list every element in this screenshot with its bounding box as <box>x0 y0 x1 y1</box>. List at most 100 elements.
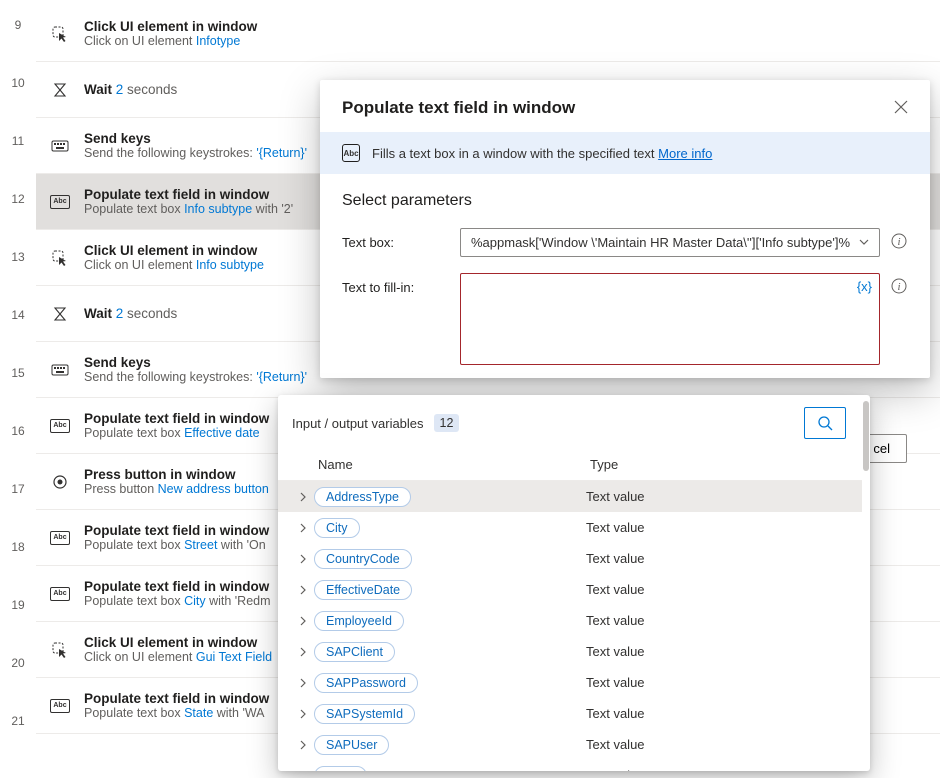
chevron-right-icon[interactable] <box>292 492 314 502</box>
variable-chip[interactable]: AddressType <box>314 487 411 507</box>
svg-text:i: i <box>897 236 900 248</box>
scrollbar[interactable] <box>862 395 870 771</box>
textbox-selector[interactable]: %appmask['Window \'Maintain HR Master Da… <box>460 228 880 257</box>
abc-icon: Abc <box>342 144 360 162</box>
variable-chip[interactable]: EmployeeId <box>314 611 404 631</box>
variable-chip[interactable]: SAPClient <box>314 642 395 662</box>
variable-type: Text value <box>586 675 645 690</box>
step-numbers: 9101112131415161718192021 <box>0 0 36 760</box>
step-number: 16 <box>0 412 36 470</box>
more-info-link[interactable]: More info <box>658 146 712 161</box>
textbox-value: %appmask['Window \'Maintain HR Master Da… <box>471 235 850 250</box>
flow-step[interactable]: Click UI element in windowClick on UI el… <box>36 6 940 62</box>
step-number: 19 <box>0 586 36 644</box>
step-number: 21 <box>0 702 36 760</box>
variable-type: Text value <box>586 768 645 771</box>
click-icon <box>50 640 70 660</box>
dialog-header: Populate text field in window <box>320 80 930 132</box>
keys-icon <box>50 136 70 156</box>
variable-type: Text value <box>586 520 645 535</box>
variable-chip[interactable]: SAPSystemId <box>314 704 415 724</box>
variable-count-badge: 12 <box>434 414 460 432</box>
variable-row[interactable]: EmployeeId Text value <box>278 605 862 636</box>
step-number: 15 <box>0 354 36 412</box>
variable-rows: AddressTypeText valueCityText valueCount… <box>278 481 862 771</box>
column-name-header: Name <box>318 457 590 472</box>
variable-flyout: Input / output variables 12 Name Type Ad… <box>278 395 870 771</box>
step-body: Click UI element in windowClick on UI el… <box>84 19 926 48</box>
variable-picker-button[interactable]: {x} <box>857 279 872 294</box>
dialog-info-banner: Abc Fills a text box in a window with th… <box>320 132 930 174</box>
variable-row[interactable]: SAPPassword Text value <box>278 667 862 698</box>
step-number: 12 <box>0 180 36 238</box>
search-button[interactable] <box>804 407 846 439</box>
press-icon <box>50 472 70 492</box>
step-subtitle: Click on UI element Infotype <box>84 34 926 48</box>
scrollbar-thumb[interactable] <box>863 401 869 471</box>
variable-row[interactable]: City Text value <box>278 512 862 543</box>
chevron-right-icon[interactable] <box>292 616 314 626</box>
step-number: 20 <box>0 644 36 702</box>
chevron-right-icon[interactable] <box>292 523 314 533</box>
populate-text-dialog: Populate text field in window Abc Fills … <box>320 80 930 378</box>
step-number: 17 <box>0 470 36 528</box>
variable-type: Text value <box>586 644 645 659</box>
variable-type: Text value <box>586 551 645 566</box>
text-label: Text to fill-in: <box>342 273 450 295</box>
wait-icon <box>50 80 70 100</box>
column-type-header: Type <box>590 457 618 472</box>
text-to-fill-input[interactable] <box>460 273 880 365</box>
variable-row[interactable]: SAPClient Text value <box>278 636 862 667</box>
variable-row[interactable]: State Text value <box>278 760 862 771</box>
step-number: 10 <box>0 64 36 122</box>
chevron-right-icon[interactable] <box>292 647 314 657</box>
variable-chip[interactable]: City <box>314 518 360 538</box>
svg-text:i: i <box>897 281 900 293</box>
step-number: 11 <box>0 122 36 180</box>
chevron-right-icon[interactable] <box>292 554 314 564</box>
section-title: Select parameters <box>320 174 930 222</box>
keys-icon <box>50 360 70 380</box>
variable-chip[interactable]: SAPPassword <box>314 673 418 693</box>
step-number: 13 <box>0 238 36 296</box>
chevron-right-icon[interactable] <box>292 709 314 719</box>
variable-chip[interactable]: State <box>314 766 367 772</box>
info-text: Fills a text box in a window with the sp… <box>372 146 712 161</box>
chevron-right-icon[interactable] <box>292 678 314 688</box>
close-icon[interactable] <box>894 100 908 117</box>
chevron-down-icon <box>859 237 869 248</box>
variable-row[interactable]: AddressTypeText value <box>278 481 862 512</box>
variable-type: Text value <box>586 737 645 752</box>
variable-list-title: Input / output variables <box>292 416 424 431</box>
step-title: Click UI element in window <box>84 19 926 34</box>
abc-icon: Abc <box>50 528 70 548</box>
variable-header: Input / output variables 12 <box>278 395 862 451</box>
abc-icon: Abc <box>50 584 70 604</box>
variable-row[interactable]: SAPUser Text value <box>278 729 862 760</box>
variable-chip[interactable]: SAPUser <box>314 735 389 755</box>
variable-row[interactable]: SAPSystemId Text value <box>278 698 862 729</box>
variable-chip[interactable]: EffectiveDate <box>314 580 412 600</box>
abc-icon: Abc <box>50 696 70 716</box>
step-number: 9 <box>0 6 36 64</box>
variable-type: Text value <box>586 706 645 721</box>
click-icon <box>50 24 70 44</box>
chevron-right-icon[interactable] <box>292 585 314 595</box>
chevron-right-icon[interactable] <box>292 771 314 772</box>
variable-type: Text value <box>586 613 645 628</box>
wait-icon <box>50 304 70 324</box>
variable-table-header: Name Type <box>278 451 862 481</box>
click-icon <box>50 248 70 268</box>
info-icon[interactable]: i <box>890 228 908 246</box>
textbox-label: Text box: <box>342 228 450 250</box>
dialog-title: Populate text field in window <box>342 98 575 118</box>
param-text-row: Text to fill-in: {x} i <box>320 267 930 378</box>
variable-row[interactable]: CountryCode Text value <box>278 543 862 574</box>
variable-row[interactable]: EffectiveDate Text value <box>278 574 862 605</box>
variable-type: Text value <box>586 582 645 597</box>
variable-chip[interactable]: CountryCode <box>314 549 412 569</box>
info-icon[interactable]: i <box>890 273 908 291</box>
chevron-right-icon[interactable] <box>292 740 314 750</box>
step-number: 14 <box>0 296 36 354</box>
abc-icon: Abc <box>50 192 70 212</box>
